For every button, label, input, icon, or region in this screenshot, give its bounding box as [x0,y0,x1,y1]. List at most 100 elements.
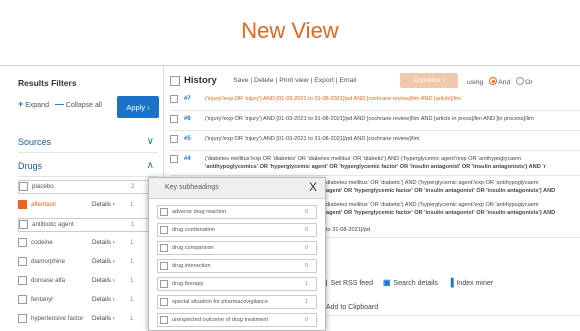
combine-button[interactable]: Combine › [400,73,458,88]
history-row-query: diabetes mellitus' OR 'diabetic') AND ('… [326,180,539,186]
bar-chart-icon: ▐ [447,278,454,287]
subheading-count: 0 [304,317,308,323]
expand-icon[interactable]: + [18,99,23,109]
history-row[interactable]: #6 ('injury'/exp OR 'injury') AND [01-03… [170,112,580,131]
subheading-item[interactable]: drug interaction 0 [157,259,317,273]
history-row[interactable]: #7 ('injury'/exp OR 'injury') AND [01-03… [170,92,580,111]
history-row-checkbox[interactable] [170,135,178,143]
drug-filter-item[interactable]: hypertensive factor Details › 1 [18,313,150,327]
subheading-checkbox[interactable] [160,316,168,324]
facet-drugs-label: Drugs [18,161,43,171]
history-row-query-line2: agent' OR 'hyperglycemic factor' OR 'ins… [326,210,556,216]
history-row-query[interactable]: ('injury'/exp OR 'injury') AND [01-03-20… [205,96,461,102]
drug-filter-item[interactable]: fentanyl Details › 1 [18,294,150,308]
history-row-checkbox[interactable] [170,95,178,103]
drug-checkbox[interactable] [18,238,27,247]
results-filters-panel: Results Filters + Expand — Collapse all … [0,66,164,331]
history-row-query[interactable]: ('injury'/exp OR 'injury') AND [01-03-20… [205,136,419,142]
collapse-link[interactable]: Collapse all [66,102,102,109]
drug-name: hypertensive factor [31,315,84,322]
drug-filter-item[interactable]: dornase alfa Details › 1 [18,275,150,289]
drug-checkbox[interactable] [19,182,28,191]
subheading-checkbox[interactable] [160,298,168,306]
subheading-checkbox[interactable] [160,208,168,216]
rss-link[interactable]: ◳Set RSS feed [320,278,373,287]
drug-filter-item[interactable]: diamorphine Details › 1 [18,256,150,270]
drug-name: codeine [31,239,53,246]
expand-link[interactable]: Expand [25,102,49,109]
drug-name: antibiotic agent [32,221,74,228]
history-row[interactable]: #4 ('diabetes mellitus'/exp OR 'diabetes… [170,152,580,176]
history-row-partial[interactable]: to 31-08-2021]/pd [320,224,580,238]
chevron-up-icon[interactable]: ∧ [147,160,154,171]
drug-filter-item[interactable]: alfentanil Details › 1 [18,199,150,213]
search-details-link[interactable]: ▣ Search details [382,278,438,287]
index-miner-link[interactable]: ▐ Index miner [447,278,494,287]
subheading-checkbox[interactable] [160,244,168,252]
drug-details-link[interactable]: Details › [92,315,115,322]
subheading-name: drug combination [172,227,215,233]
combine-operator: using And Or [467,77,533,86]
drug-checkbox[interactable] [18,295,27,304]
subheading-item[interactable]: drug combination 0 [157,223,317,237]
subheading-name: drug therapy [172,281,204,287]
subheading-item[interactable]: drug comparison 0 [157,241,317,255]
history-row-checkbox[interactable] [170,155,178,163]
and-radio[interactable] [489,77,498,85]
history-row-query[interactable]: ('diabetes mellitus'/exp OR 'diabetes' O… [205,156,521,162]
subheading-name: drug interaction [172,263,211,269]
drug-name: diamorphine [31,258,66,265]
clipboard-row[interactable]: Add to Clipboard [320,302,580,316]
drug-details-link[interactable]: Details › [92,239,115,246]
drug-filter-item[interactable]: placebo 2 [18,180,150,194]
history-row-partial[interactable]: diabetes mellitus' OR 'diabetic') AND ('… [320,177,580,199]
subheading-item[interactable]: unexpected outcome of drug treatment 0 [157,313,317,327]
drug-count: 1 [131,221,135,228]
close-icon[interactable]: X [309,180,317,194]
subheading-name: drug comparison [172,245,214,251]
drug-details-link[interactable]: Details › [92,296,115,303]
drug-checkbox[interactable] [19,220,28,229]
facet-sources-label: Sources [18,137,52,147]
history-row-checkbox[interactable] [170,115,178,123]
and-label: And [498,79,511,86]
facet-sources[interactable]: Sources ∨ [18,136,158,153]
history-row[interactable]: #5 ('injury'/exp OR 'injury') AND [01-03… [170,132,580,151]
drug-filter-item[interactable]: antibiotic agent 1 [18,218,150,232]
search-details-icon: ▣ [382,278,391,287]
drug-name: dornase alfa [31,277,66,284]
index-miner-label: Index miner [456,280,494,287]
drug-details-link[interactable]: Details › [92,277,115,284]
or-radio[interactable] [516,77,525,85]
drug-count: 2 [131,183,135,190]
subheading-item[interactable]: special situation for pharmacovigilance … [157,295,317,309]
subheading-checkbox[interactable] [160,226,168,234]
drug-checkbox[interactable] [18,200,27,209]
subheading-count: 1 [304,281,308,287]
collapse-icon[interactable]: — [55,99,64,109]
expand-collapse-row: + Expand — Collapse all [18,99,102,109]
clipboard-label[interactable]: Add to Clipboard [326,304,378,311]
popup-header: Key subheadings X [149,178,325,199]
subheading-item[interactable]: drug therapy 1 [157,277,317,291]
drug-checkbox[interactable] [18,257,27,266]
drug-details-link[interactable]: Details › [92,201,115,208]
apply-button[interactable]: Apply › [117,96,159,118]
history-row-query[interactable]: ('injury'/exp OR 'injury') AND [01-03-20… [205,116,534,122]
history-actions[interactable]: Save | Delete | Print view | Export | Em… [233,77,356,84]
subheading-count: 0 [304,209,308,215]
drug-details-link[interactable]: Details › [92,258,115,265]
drug-checkbox[interactable] [18,314,27,323]
drug-filter-item[interactable]: codeine Details › 1 [18,237,150,251]
subheading-checkbox[interactable] [160,262,168,270]
history-row-query-line2: agent' OR 'hyperglycemic factor' OR 'ins… [326,188,556,194]
popup-title: Key subheadings [165,184,219,191]
facet-drugs[interactable]: Drugs ∧ [18,160,158,177]
subheading-checkbox[interactable] [160,280,168,288]
drug-checkbox[interactable] [18,276,27,285]
page-title: New View [241,18,339,43]
chevron-down-icon[interactable]: ∨ [147,136,154,147]
select-all-checkbox[interactable] [170,76,180,86]
history-row-partial[interactable]: diabetes mellitus' OR 'diabetic') AND ('… [320,199,580,221]
subheading-item[interactable]: adverse drug reaction 0 [157,205,317,219]
